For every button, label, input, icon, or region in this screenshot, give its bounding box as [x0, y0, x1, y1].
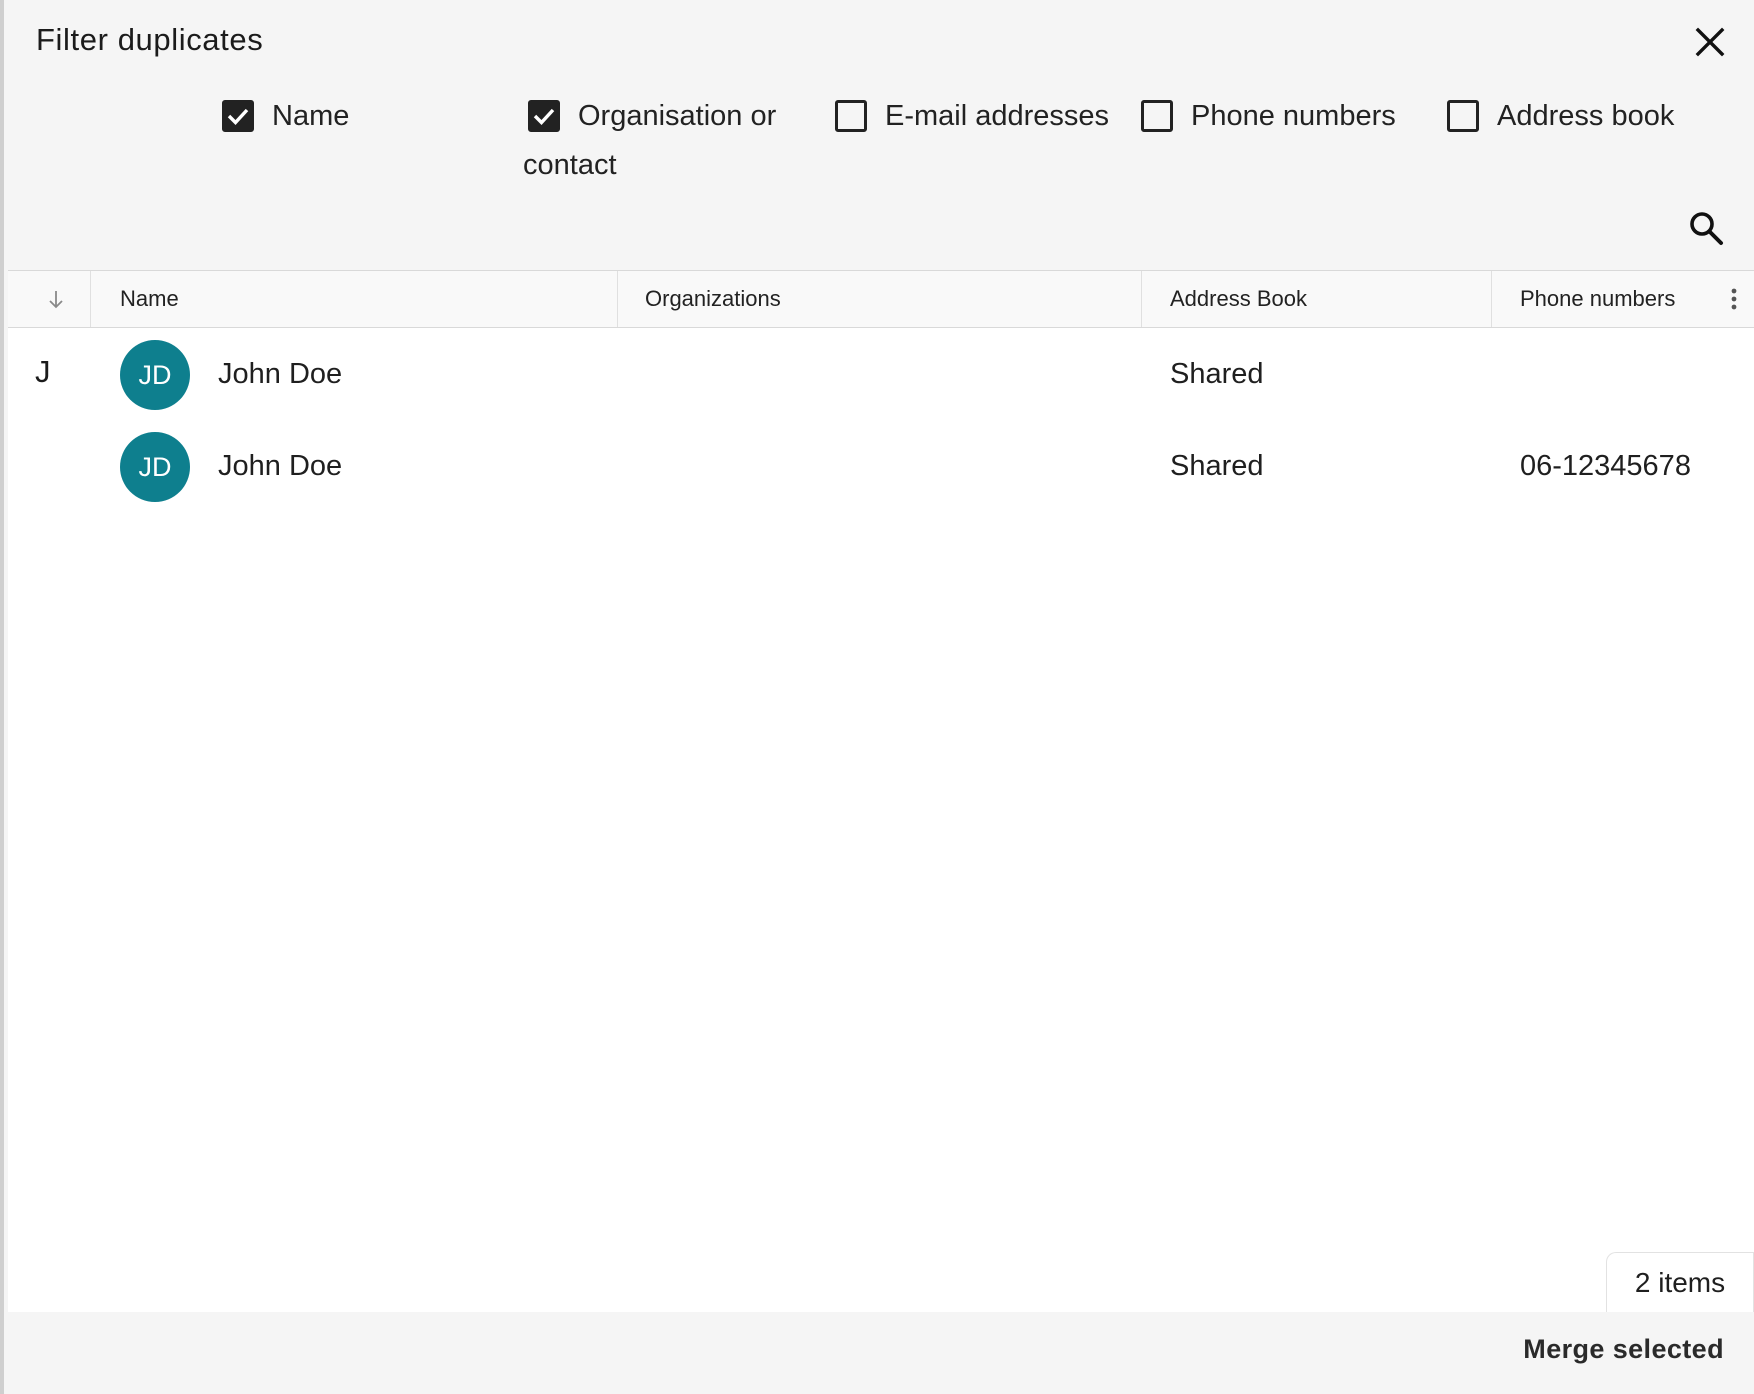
table-row[interactable]: JD John Doe Shared 06-12345678 [8, 422, 1754, 514]
filter-address-book-checkbox[interactable] [1447, 100, 1479, 132]
filter-organisation-label-line1: Organisation or [578, 100, 777, 132]
checkmark-icon [227, 108, 249, 125]
group-letter: J [35, 354, 51, 389]
sort-toggle[interactable] [46, 271, 66, 327]
close-icon [1695, 27, 1725, 57]
filter-address-book-label: Address book [1497, 100, 1675, 132]
avatar: JD [120, 432, 190, 502]
filter-phone-label: Phone numbers [1191, 100, 1396, 132]
column-menu-button[interactable] [1730, 271, 1738, 327]
contact-name: John Doe [218, 450, 343, 482]
table-header: Name Organizations Address Book Phone nu… [8, 270, 1754, 328]
filter-name-label: Name [272, 100, 350, 132]
filter-email-checkbox[interactable] [835, 100, 867, 132]
item-count-badge: 2 items [1606, 1252, 1754, 1312]
close-button[interactable] [1690, 22, 1730, 62]
dialog-header: Filter duplicates Name Organisation or c [8, 0, 1754, 270]
column-header-organizations[interactable]: Organizations [645, 271, 781, 327]
filter-organisation-checkbox[interactable] [528, 100, 560, 132]
filter-organisation-label-line2: contact [523, 149, 617, 181]
table-body: J JD John Doe Shared JD John Doe Shared … [8, 328, 1754, 1312]
contact-phone: 06-12345678 [1520, 450, 1691, 482]
filter-phone-checkbox[interactable] [1141, 100, 1173, 132]
filter-email-label: E-mail addresses [885, 100, 1110, 132]
search-icon [1690, 212, 1723, 245]
filter-address-book[interactable]: Address book [1447, 92, 1674, 141]
table-row[interactable]: J JD John Doe Shared [8, 330, 1754, 422]
filter-organisation[interactable]: Organisation or contact [523, 92, 793, 190]
search-button[interactable] [1684, 206, 1728, 250]
merge-selected-button[interactable]: Merge selected [1523, 1334, 1724, 1365]
column-header-name[interactable]: Name [120, 271, 179, 327]
filter-name[interactable]: Name [222, 92, 349, 141]
vertical-dots-icon [1731, 288, 1737, 310]
checkmark-icon [533, 108, 555, 125]
dialog-title: Filter duplicates [36, 22, 264, 57]
filter-duplicates-dialog: Filter duplicates Name Organisation or c [0, 0, 1754, 1394]
column-header-phone-numbers[interactable]: Phone numbers [1520, 271, 1675, 327]
filter-name-checkbox[interactable] [222, 100, 254, 132]
contact-name: John Doe [218, 358, 343, 390]
contact-address-book: Shared [1170, 450, 1264, 482]
arrow-down-icon [49, 291, 63, 309]
column-header-address-book[interactable]: Address Book [1170, 271, 1307, 327]
filter-email[interactable]: E-mail addresses [835, 92, 1109, 141]
avatar: JD [120, 340, 190, 410]
dialog-footer: Merge selected [8, 1312, 1754, 1394]
contact-address-book: Shared [1170, 358, 1264, 390]
filter-phone[interactable]: Phone numbers [1141, 92, 1396, 141]
